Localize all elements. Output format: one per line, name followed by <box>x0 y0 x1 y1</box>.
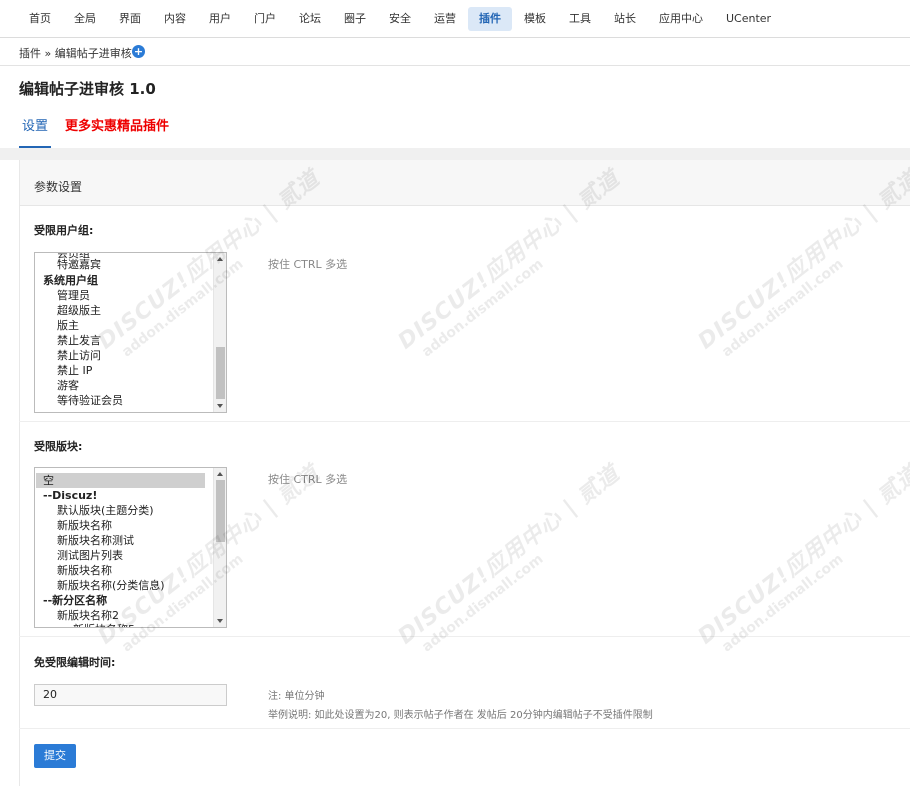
scroll-up-icon[interactable] <box>217 472 223 476</box>
scrollbar[interactable] <box>213 253 226 412</box>
list-option[interactable]: 版主 <box>57 318 79 333</box>
list-option[interactable]: 禁止发言 <box>57 333 101 348</box>
nav-item-groups[interactable]: 圈子 <box>333 7 377 31</box>
list-option[interactable]: 测试图片列表 <box>57 548 123 563</box>
breadcrumb[interactable]: 插件 » 编辑帖子进审核 <box>19 45 132 61</box>
list-option[interactable]: 新版块名称测试 <box>57 533 134 548</box>
list-option[interactable]: 新版块名称 <box>57 518 112 533</box>
section-header: 参数设置 <box>19 160 910 206</box>
edit-time-label: 免受限编辑时间: <box>34 656 116 669</box>
forums-hint: 按住 CTRL 多选 <box>268 473 348 486</box>
user-groups-label: 受限用户组: <box>34 224 94 237</box>
scrollbar[interactable] <box>213 468 226 627</box>
nav-item-admin[interactable]: 站长 <box>603 7 647 31</box>
nav-item-templates[interactable]: 模板 <box>513 7 557 31</box>
divider <box>19 636 910 637</box>
nav-item-global[interactable]: 全局 <box>63 7 107 31</box>
scroll-up-icon[interactable] <box>217 257 223 261</box>
divider-band <box>0 148 910 160</box>
list-option[interactable]: 新版块名称(分类信息) <box>57 578 165 593</box>
list-option[interactable]: 管理员 <box>57 288 90 303</box>
nav-item-security[interactable]: 安全 <box>378 7 422 31</box>
nav-item-users[interactable]: 用户 <box>198 7 242 31</box>
nav-item-forum[interactable]: 论坛 <box>288 7 332 31</box>
forums-label: 受限版块: <box>34 440 83 453</box>
edit-time-input[interactable]: 20 <box>34 684 227 706</box>
submit-button[interactable]: 提交 <box>34 744 76 768</box>
nav-item-plugins[interactable]: 插件 <box>468 7 512 31</box>
nav-item-app-center[interactable]: 应用中心 <box>648 7 714 31</box>
list-option[interactable]: 新版块名称2 <box>57 608 119 623</box>
nav-item-portal[interactable]: 门户 <box>243 7 287 31</box>
list-option[interactable]: 禁止访问 <box>57 348 101 363</box>
nav-item-home[interactable]: 首页 <box>18 7 62 31</box>
list-group-header: --新分区名称 <box>43 594 108 607</box>
section-title: 参数设置 <box>34 180 83 194</box>
list-group-header: --Discuz! <box>43 489 98 502</box>
list-option[interactable]: 超级版主 <box>57 303 101 318</box>
nav-item-operations[interactable]: 运营 <box>423 7 467 31</box>
nav-item-interface[interactable]: 界面 <box>108 7 152 31</box>
list-option[interactable]: 特邀嘉宾 <box>57 257 101 272</box>
edit-time-example-note: 举例说明: 如此处设置为20, 则表示帖子作者在 发帖后 20分钟内编辑帖子不受… <box>268 710 653 721</box>
tab-settings[interactable]: 设置 <box>19 118 51 148</box>
edit-time-unit-note: 注: 单位分钟 <box>268 691 325 702</box>
user-groups-hint: 按住 CTRL 多选 <box>268 258 348 271</box>
scroll-down-icon[interactable] <box>217 619 223 623</box>
scroll-thumb[interactable] <box>216 480 225 542</box>
list-option[interactable]: 默认版块(主题分类) <box>57 503 154 518</box>
scroll-thumb[interactable] <box>216 347 225 399</box>
forums-multiselect[interactable]: 空 --Discuz! 默认版块(主题分类) 新版块名称 新版块名称测试 测试图… <box>34 467 227 628</box>
list-option[interactable]: 禁止 IP <box>57 363 92 378</box>
tab-bar: 设置 更多实惠精品插件 <box>19 118 910 148</box>
list-option-partial[interactable]: 新版块名称5 <box>73 622 135 627</box>
tab-more-plugins[interactable]: 更多实惠精品插件 <box>65 118 169 148</box>
list-option[interactable]: 等待验证会员 <box>57 393 123 408</box>
add-shortcut-icon[interactable]: + <box>132 45 145 58</box>
scroll-down-icon[interactable] <box>217 404 223 408</box>
nav-item-content[interactable]: 内容 <box>153 7 197 31</box>
list-option-selected[interactable]: 空 <box>36 473 205 488</box>
list-group-header: 系统用户组 <box>43 274 98 287</box>
page-title: 编辑帖子进审核 1.0 <box>19 80 156 98</box>
list-option[interactable]: 游客 <box>57 378 79 393</box>
divider <box>19 728 910 729</box>
top-navigation: 首页 全局 界面 内容 用户 门户 论坛 圈子 安全 运营 插件 模板 工具 站… <box>0 0 910 38</box>
list-option[interactable]: 新版块名称 <box>57 563 112 578</box>
nav-item-ucenter[interactable]: UCenter <box>715 7 782 31</box>
user-groups-multiselect[interactable]: 会员组 特邀嘉宾 系统用户组 管理员 超级版主 版主 禁止发言 禁止访问 禁止 … <box>34 252 227 413</box>
nav-item-tools[interactable]: 工具 <box>558 7 602 31</box>
divider <box>19 421 910 422</box>
